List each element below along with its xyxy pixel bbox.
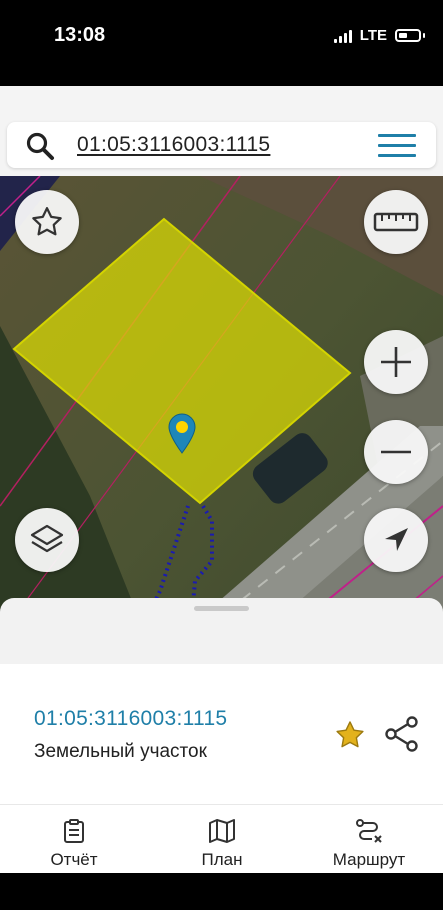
status-time: 13:08 bbox=[54, 24, 106, 46]
star-outline-icon bbox=[32, 207, 62, 236]
search-query[interactable]: 01:05:3116003:1115 bbox=[77, 133, 270, 157]
tab-route[interactable]: Маршрут bbox=[295, 805, 443, 873]
app-screen: 01:05:3116003:1115 01:05:3116003:1115 Зе… bbox=[0, 86, 443, 873]
map-plan-icon bbox=[209, 819, 235, 843]
bottom-sheet: 01:05:3116003:1115 Земельный участок Отч… bbox=[0, 598, 443, 873]
signal-icon bbox=[333, 29, 352, 43]
tab-report[interactable]: Отчёт bbox=[0, 805, 148, 873]
parcel-info-card[interactable]: 01:05:3116003:1115 Земельный участок bbox=[0, 664, 443, 804]
search-bar[interactable]: 01:05:3116003:1115 bbox=[7, 122, 436, 168]
menu-icon[interactable] bbox=[378, 134, 416, 158]
top-panel: 01:05:3116003:1115 bbox=[0, 86, 443, 176]
share-icon[interactable] bbox=[384, 716, 420, 752]
my-location-button[interactable] bbox=[364, 508, 428, 572]
layers-button[interactable] bbox=[15, 508, 79, 572]
bottom-tab-bar: Отчёт План Маршрут bbox=[0, 804, 443, 873]
parcel-type: Земельный участок bbox=[34, 741, 207, 762]
tab-label: Отчёт bbox=[50, 850, 98, 869]
home-indicator-area bbox=[0, 873, 443, 910]
plus-icon bbox=[381, 347, 411, 377]
battery-icon bbox=[395, 29, 421, 42]
zoom-out-button[interactable] bbox=[364, 420, 428, 484]
tab-label: Маршрут bbox=[332, 850, 406, 869]
navigation-arrow-icon bbox=[385, 528, 408, 551]
network-type: LTE bbox=[359, 27, 387, 44]
minus-icon bbox=[381, 450, 411, 454]
layers-icon bbox=[30, 524, 64, 553]
tab-label: План bbox=[201, 850, 243, 869]
star-filled-icon[interactable] bbox=[332, 718, 368, 752]
report-icon bbox=[64, 819, 84, 843]
parcel-cadastral-number[interactable]: 01:05:3116003:1115 bbox=[34, 707, 227, 731]
search-icon[interactable] bbox=[25, 131, 55, 161]
route-icon bbox=[356, 819, 382, 843]
zoom-in-button[interactable] bbox=[364, 330, 428, 394]
ruler-icon bbox=[373, 212, 419, 232]
ruler-button[interactable] bbox=[364, 190, 428, 254]
sheet-handle[interactable] bbox=[194, 606, 249, 611]
favorite-button[interactable] bbox=[15, 190, 79, 254]
status-bar: 13:08 LTE bbox=[0, 0, 443, 86]
location-pin-icon[interactable] bbox=[166, 412, 198, 454]
tab-plan[interactable]: План bbox=[148, 805, 296, 873]
status-indicators: LTE bbox=[333, 27, 425, 44]
